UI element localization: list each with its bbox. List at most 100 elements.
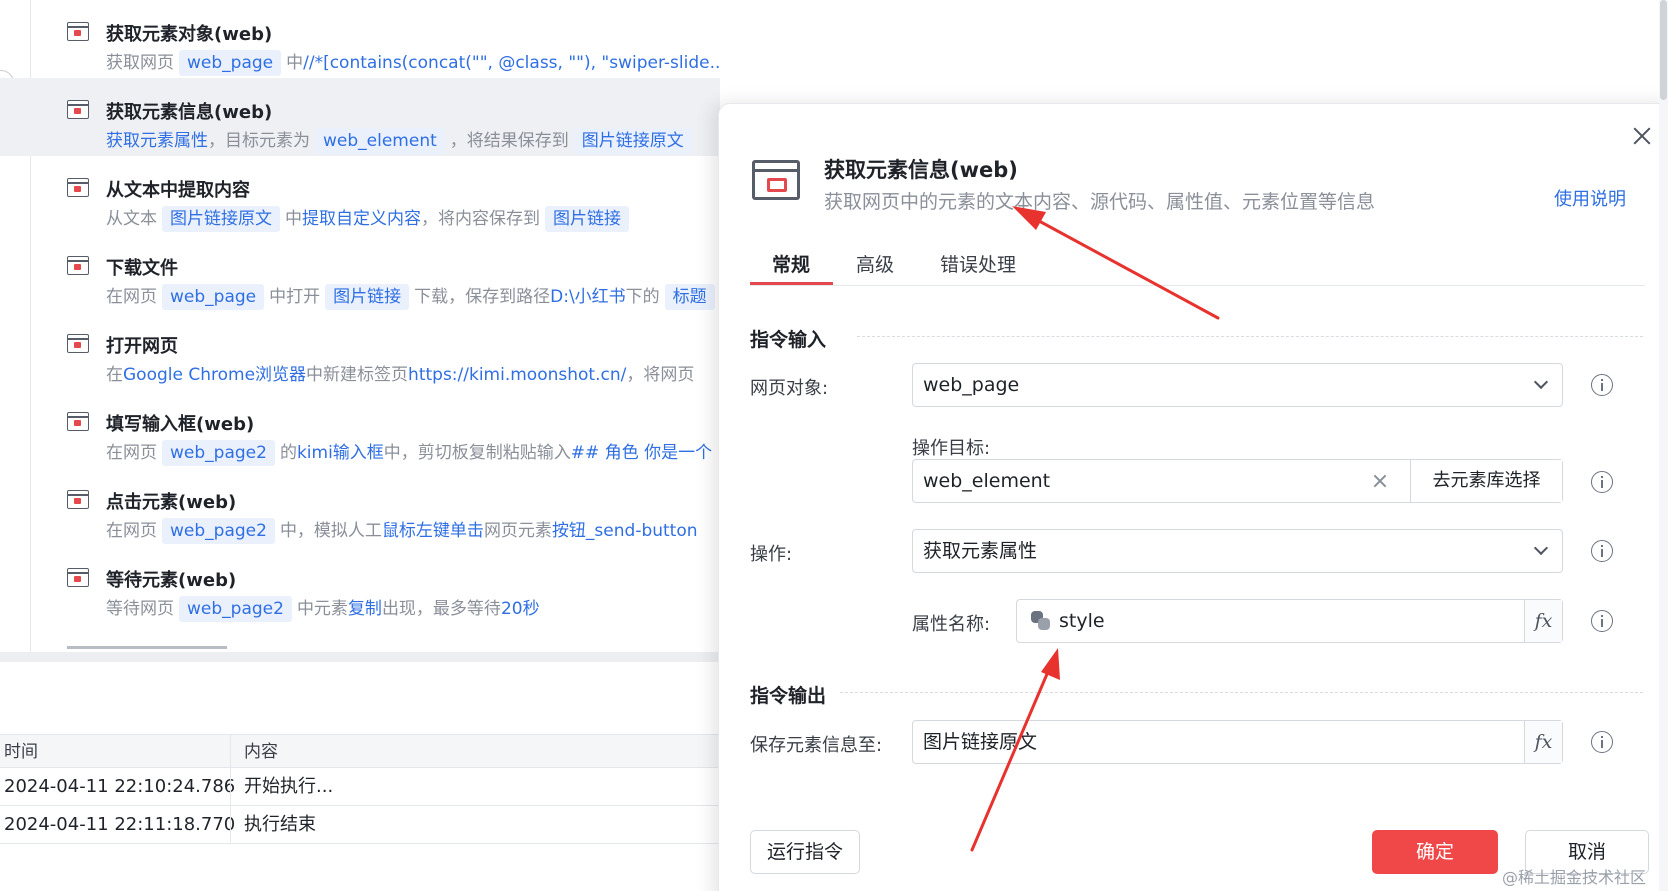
command-item-extract-text[interactable]: 从文本中提取内容 从文本 图片链接原文 中提取自定义内容，将内容保存到 图片链接 xyxy=(0,156,720,234)
attr-name-value: style xyxy=(1059,610,1105,632)
target-field[interactable]: web_element 去元素库选择 xyxy=(912,459,1563,503)
confirm-button[interactable]: 确定 xyxy=(1372,830,1498,874)
variable-tag[interactable]: web_page2 xyxy=(162,440,275,466)
variable-tag[interactable]: 图片链接原文 xyxy=(573,128,692,154)
chevron-down-icon xyxy=(1533,374,1549,390)
param-text: Google Chrome浏览器 xyxy=(123,365,307,385)
variable-tag[interactable]: web_page2 xyxy=(179,596,292,622)
desc-text: 在 xyxy=(106,365,123,385)
python-icon xyxy=(1031,611,1051,631)
log-content: 开始执行... xyxy=(244,776,334,797)
variable-tag[interactable]: web_page2 xyxy=(162,518,275,544)
param-text: 复制 xyxy=(347,599,382,619)
command-item-partial xyxy=(67,644,227,652)
element-library-button[interactable]: 去元素库选择 xyxy=(1410,460,1562,502)
command-item-get-element-info[interactable]: 获取元素信息(web) 获取元素属性，目标元素为 web_element ，将结果保… xyxy=(0,78,720,156)
vertical-scrollbar[interactable] xyxy=(1659,0,1668,891)
variable-tag[interactable]: web_page xyxy=(162,284,265,310)
command-title: 获取元素对象(web) xyxy=(106,24,273,45)
command-desc: 在网页 web_page 中打开 图片链接 下载，保存到路径D:\小红书下的 标题 xyxy=(106,284,720,310)
clear-icon[interactable] xyxy=(1372,473,1388,489)
dialog-title: 获取元素信息(web) xyxy=(824,158,1018,182)
desc-text: 中，剪切板复制粘贴输入 xyxy=(383,443,571,463)
command-desc: 在Google Chrome浏览器中新建标签页https://kimi.moon… xyxy=(106,362,694,388)
fx-icon[interactable]: fx xyxy=(1524,600,1562,642)
attr-name-label: 属性名称: xyxy=(912,614,991,635)
save-info-value: 图片链接原文 xyxy=(923,731,1038,753)
desc-text: 中元素 xyxy=(296,599,348,619)
desc-text: 在网页 xyxy=(106,287,157,307)
operation-label: 操作: xyxy=(750,544,793,565)
tab-general[interactable]: 常规 xyxy=(772,250,810,277)
desc-text: ，将结果保存到 xyxy=(449,131,569,151)
desc-text: 中打开 xyxy=(269,287,321,307)
target-label: 操作目标: xyxy=(912,438,991,459)
attr-name-input[interactable]: style fx xyxy=(1016,599,1563,643)
table-row[interactable]: 2024-04-11 22:11:18.770 执行结束 xyxy=(0,806,720,844)
desc-text: 下的 xyxy=(625,287,660,307)
desc-text: 中 xyxy=(285,209,302,229)
section-title-input: 指令输入 xyxy=(750,329,827,351)
download-icon xyxy=(67,256,89,275)
operation-select[interactable]: 获取元素属性 xyxy=(912,529,1563,573)
dialog-tabs: 常规 高级 错误处理 xyxy=(750,238,1645,286)
log-content: 执行结束 xyxy=(244,814,316,835)
hourglass-icon xyxy=(67,568,89,587)
variable-tag[interactable]: web_element xyxy=(315,128,445,154)
command-title: 获取元素信息(web) xyxy=(106,102,273,123)
variable-tag[interactable]: 标题 xyxy=(664,284,715,310)
watermark: @稀土掘金技术社区 xyxy=(1502,868,1647,887)
info-icon[interactable] xyxy=(1591,731,1613,753)
info-icon[interactable] xyxy=(1591,540,1613,562)
header-content: 内容 xyxy=(244,742,278,762)
desc-text: 获取网页 xyxy=(106,53,174,73)
command-title: 从文本中提取内容 xyxy=(106,180,250,201)
help-link[interactable]: 使用说明 xyxy=(1554,185,1626,211)
tab-error-handling[interactable]: 错误处理 xyxy=(940,250,1016,277)
command-item-open-page[interactable]: 打开网页 在Google Chrome浏览器中新建标签页https://kimi… xyxy=(0,312,720,390)
desc-text: 在网页 xyxy=(106,443,157,463)
web-page-label: 网页对象: xyxy=(750,378,829,399)
tab-advanced[interactable]: 高级 xyxy=(856,250,894,277)
operation-value: 获取元素属性 xyxy=(923,540,1038,562)
fx-icon[interactable]: fx xyxy=(1524,721,1562,763)
command-desc: 在网页 web_page2 的kimi输入框中，剪切板复制粘贴输入## 角色 你是一… xyxy=(106,440,712,466)
command-item-fill-input[interactable]: 填写输入框(web) 在网页 web_page2 的kimi输入框中，剪切板复制粘贴… xyxy=(0,390,720,468)
header-time: 时间 xyxy=(4,742,38,762)
command-list: 获取元素对象(web) 获取网页 web_page 中//*[contains(co… xyxy=(0,0,720,652)
command-item-get-element-object[interactable]: 获取元素对象(web) 获取网页 web_page 中//*[contains(co… xyxy=(0,0,720,78)
param-text: kimi输入框 xyxy=(296,443,384,463)
command-title: 填写输入框(web) xyxy=(106,414,255,435)
variable-tag[interactable]: 图片链接原文 xyxy=(162,206,280,232)
info-icon[interactable] xyxy=(1591,610,1613,632)
table-row[interactable]: 2024-04-11 22:10:24.786 开始执行... xyxy=(0,768,720,806)
desc-text: 中，模拟人工 xyxy=(279,521,382,541)
command-title: 点击元素(web) xyxy=(106,492,237,513)
command-title: 下载文件 xyxy=(106,258,178,279)
desc-text: 出现，最多等待 xyxy=(381,599,501,619)
desc-text: 等待网页 xyxy=(106,599,174,619)
variable-tag[interactable]: 图片链接 xyxy=(325,284,410,310)
command-desc: 获取网页 web_page 中//*[contains(concat("", @cl… xyxy=(106,50,720,76)
horizontal-scroll-strip[interactable] xyxy=(0,652,720,662)
variable-tag[interactable]: web_page xyxy=(179,50,282,76)
info-icon[interactable] xyxy=(1591,471,1613,493)
save-info-input[interactable]: 图片链接原文 fx xyxy=(912,720,1563,764)
command-item-wait-element[interactable]: 等待元素(web) 等待网页 web_page2 中元素复制出现，最多等待20秒 xyxy=(0,546,720,624)
variable-tag[interactable]: 图片链接 xyxy=(545,206,629,232)
browser-element-info-icon xyxy=(67,100,89,119)
close-icon[interactable] xyxy=(1630,124,1654,148)
command-item-download-file[interactable]: 下载文件 在网页 web_page 中打开 图片链接 下载，保存到路径D:\小红书下的标… xyxy=(0,234,720,312)
web-page-select[interactable]: web_page xyxy=(912,363,1563,407)
desc-text: ，将内容保存到 xyxy=(421,209,540,229)
run-command-button[interactable]: 运行指令 xyxy=(750,830,860,874)
save-info-label: 保存元素信息至: xyxy=(750,735,883,756)
desc-text: 在网页 xyxy=(106,521,157,541)
log-table-header: 时间 内容 xyxy=(0,734,720,768)
command-item-click-element[interactable]: 点击元素(web) 在网页 web_page2 中，模拟人工鼠标左键单击网页元素按钮… xyxy=(0,468,720,546)
desc-text: 中新建标签页 xyxy=(306,365,409,385)
command-desc: 在网页 web_page2 中，模拟人工鼠标左键单击网页元素按钮_send-butt… xyxy=(106,518,698,544)
command-title: 打开网页 xyxy=(106,336,178,357)
info-icon[interactable] xyxy=(1591,374,1613,396)
dialog-subtitle: 获取网页中的元素的文本内容、源代码、属性值、元素位置等信息 xyxy=(824,191,1376,213)
